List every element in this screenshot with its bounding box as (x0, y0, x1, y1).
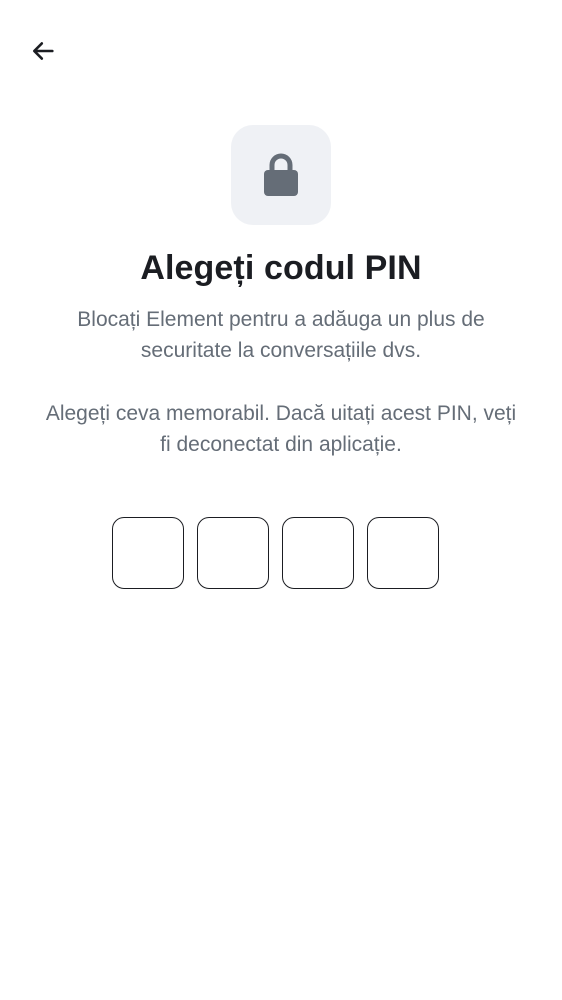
back-button[interactable] (22, 30, 64, 72)
pin-digit-3[interactable] (282, 517, 354, 589)
pin-digit-4[interactable] (367, 517, 439, 589)
page-title: Alegeți codul PIN (140, 249, 422, 287)
description-warning: Alegeți ceva memorabil. Dacă uitați aces… (45, 402, 517, 456)
lock-icon (264, 153, 298, 196)
lock-tile (231, 125, 331, 225)
pin-digit-1[interactable] (112, 517, 184, 589)
arrow-left-icon (32, 42, 54, 60)
pin-digit-2[interactable] (197, 517, 269, 589)
pin-input[interactable] (112, 517, 439, 589)
description-security: Blocați Element pentru a adăuga un plus … (77, 308, 485, 362)
